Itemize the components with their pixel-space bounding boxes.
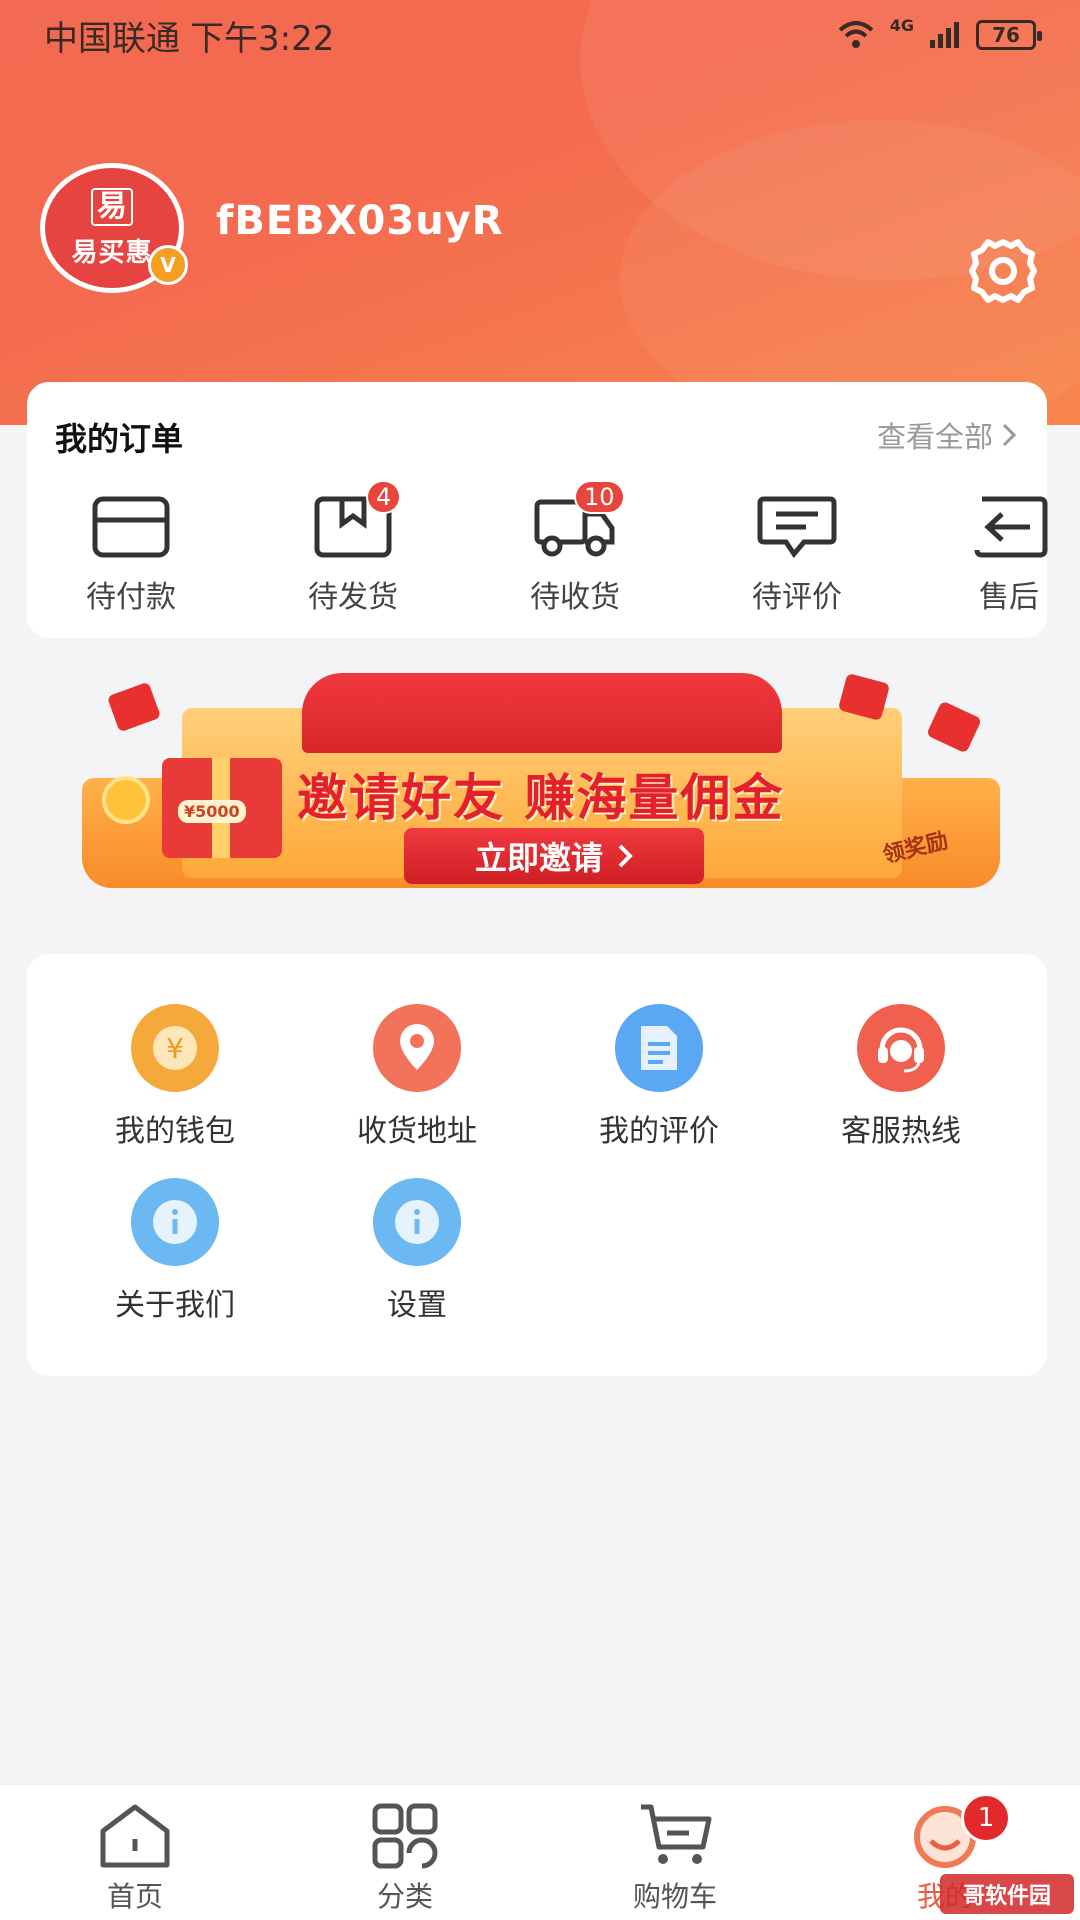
order-after-sales[interactable]: 售后 [939, 494, 1079, 616]
return-arrow-icon [974, 496, 1048, 558]
avatar-logo-text: 易买惠 [71, 237, 153, 268]
order-item-label: 待评价 [752, 580, 842, 615]
order-item-label: 待付款 [86, 580, 176, 615]
invite-button-label: 立即邀请 [474, 839, 603, 877]
red-envelope-icon [106, 681, 162, 733]
order-count-badge: 10 [574, 480, 625, 514]
order-pending-payment[interactable]: 待付款 [61, 494, 201, 616]
signal-icon [930, 22, 959, 48]
order-item-label: 待发货 [308, 580, 398, 615]
info-icon [373, 1178, 461, 1266]
info-icon [131, 1178, 219, 1266]
battery-indicator: 76 [976, 20, 1042, 50]
wifi-icon [838, 21, 874, 48]
services-card: ¥ 我的钱包 收货地址 我的评价 客服热线 关于我们 设置 [27, 954, 1047, 1376]
service-label: 我的评价 [599, 1114, 719, 1149]
view-all-label: 查看全部 [876, 420, 993, 454]
tab-label: 首页 [106, 1880, 163, 1913]
service-wallet[interactable]: ¥ 我的钱包 [75, 1004, 275, 1150]
clock: 下午3:22 [190, 18, 335, 59]
tab-home[interactable]: 首页 [55, 1803, 215, 1915]
gear-icon[interactable] [968, 236, 1038, 306]
username: fBEBX03uyR [216, 198, 504, 244]
service-reviews[interactable]: 我的评价 [559, 1004, 759, 1150]
tab-label: 分类 [376, 1880, 433, 1913]
yen-coin-icon: ¥ [131, 1004, 219, 1092]
customer-service-icon [857, 1004, 945, 1092]
tab-cart[interactable]: 购物车 [595, 1803, 755, 1915]
order-pending-shipment[interactable]: 4 待发货 [283, 480, 423, 616]
service-hotline[interactable]: 客服热线 [801, 1004, 1001, 1150]
chevron-right-icon [1002, 423, 1017, 447]
category-icon [372, 1803, 438, 1869]
home-icon [100, 1804, 170, 1868]
location-pin-icon [373, 1004, 461, 1092]
gift-amount-tag: ¥5000 [178, 800, 246, 823]
comment-icon [757, 496, 837, 559]
service-about-us[interactable]: 关于我们 [75, 1178, 275, 1324]
invite-now-button[interactable]: 立即邀请 [404, 828, 704, 884]
document-icon [615, 1004, 703, 1092]
site-watermark: 哥软件园 [940, 1874, 1074, 1914]
wallet-card-icon [92, 496, 170, 558]
notification-badge: 1 [961, 1793, 1011, 1843]
coin-icon [102, 776, 150, 824]
service-label: 关于我们 [115, 1288, 235, 1323]
bottom-tab-bar: 首页 分类 购物车 1 [0, 1784, 1080, 1920]
service-address[interactable]: 收货地址 [317, 1004, 517, 1150]
view-all-orders-link[interactable]: 查看全部 [877, 414, 1017, 456]
service-label: 我的钱包 [115, 1114, 235, 1149]
order-item-label: 待收货 [530, 580, 620, 615]
chevron-right-icon [618, 844, 633, 868]
status-bar: 中国联通 下午3:22 4G 76 [0, 0, 1080, 70]
order-item-label: 售后 [979, 580, 1039, 615]
tab-category[interactable]: 分类 [325, 1803, 485, 1915]
service-label: 设置 [387, 1288, 447, 1323]
vip-badge: V [148, 245, 188, 285]
red-envelope-icon [926, 700, 982, 754]
svg-text:¥: ¥ [166, 1032, 184, 1065]
order-count-badge: 4 [366, 480, 402, 514]
carrier-label: 中国联通 [44, 18, 180, 59]
order-pending-receipt[interactable]: 10 待收货 [505, 480, 645, 616]
banner-red-envelopes [302, 673, 782, 753]
orders-card: 我的订单 查看全部 待付款 4 待发货 10 待收货 待评价 售后 [27, 382, 1048, 638]
service-settings[interactable]: 设置 [317, 1178, 517, 1324]
network-type: 4G [889, 15, 914, 35]
order-pending-review[interactable]: 待评价 [727, 494, 867, 616]
avatar-logo-mark: 易 [91, 187, 133, 226]
invite-friends-banner[interactable]: ¥5000 邀请好友 赚海量佣金 立即邀请 领奖励 [82, 668, 1000, 913]
service-label: 收货地址 [357, 1114, 477, 1149]
banner-headline: 邀请好友 赚海量佣金 [297, 769, 785, 827]
cart-icon [641, 1804, 712, 1864]
tab-label: 购物车 [632, 1880, 717, 1913]
service-label: 客服热线 [841, 1114, 961, 1149]
orders-title: 我的订单 [55, 420, 184, 458]
